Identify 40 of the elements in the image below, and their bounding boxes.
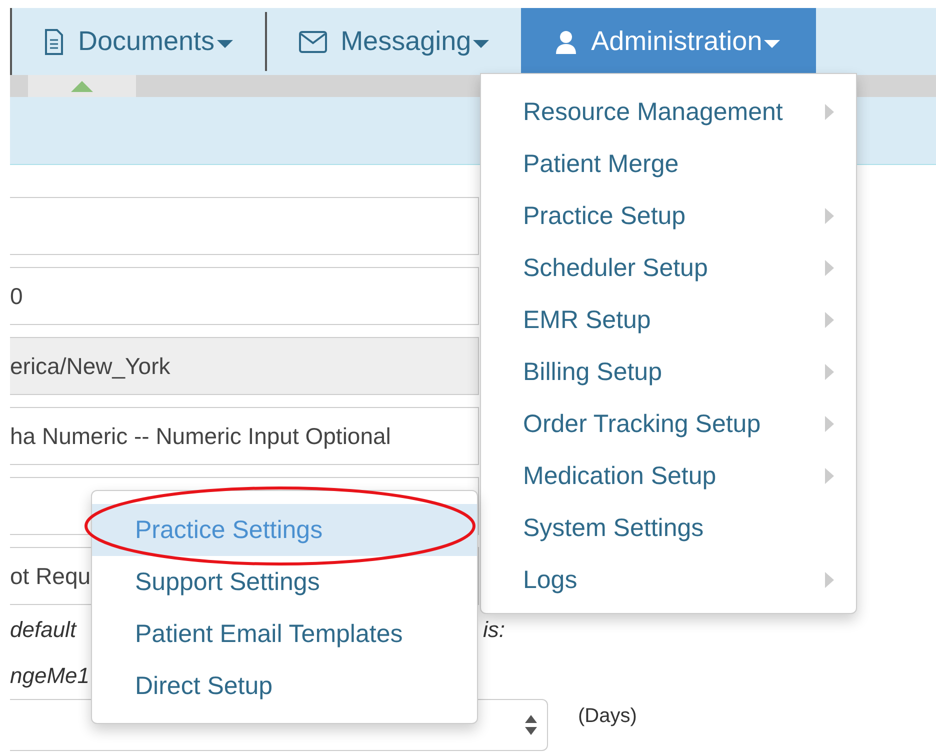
document-icon — [44, 28, 64, 54]
nav-tab[interactable]: Messaging — [266, 12, 522, 71]
menu-item[interactable]: Billing Setup — [481, 346, 856, 398]
chevron-icon — [825, 208, 834, 224]
menu-item[interactable]: Patient Email Templates — [92, 608, 477, 660]
chevron-icon — [825, 260, 834, 276]
input-field[interactable] — [10, 197, 479, 255]
unit-label: (Days) — [578, 705, 637, 728]
note-text: is: — [483, 617, 505, 643]
caret-icon — [473, 40, 490, 48]
menu-item[interactable]: Logs — [481, 554, 856, 606]
collapse-handle[interactable] — [28, 75, 136, 97]
menu-item[interactable]: Patient Merge — [481, 138, 856, 190]
menu-item[interactable]: Medication Setup — [481, 450, 856, 502]
chevron-icon — [825, 468, 834, 484]
chevron-icon — [825, 312, 834, 328]
input-field[interactable]: ha Numeric -- Numeric Input Optional — [10, 407, 479, 465]
menu-item[interactable]: Order Tracking Setup — [481, 398, 856, 450]
menu-item[interactable]: System Settings — [481, 502, 856, 554]
chevron-icon — [825, 104, 834, 120]
note-text: ngeMe1 — [10, 663, 90, 689]
caret-icon — [216, 40, 233, 48]
menu-item[interactable]: Practice Setup — [481, 190, 856, 242]
menu-item[interactable]: Resource Management — [481, 86, 856, 138]
chevron-icon — [825, 416, 834, 432]
note-text: default — [10, 617, 76, 643]
spinner-icon — [525, 714, 537, 736]
chevron-icon — [825, 364, 834, 380]
nav-tab[interactable]: Documents — [12, 12, 267, 71]
input-field[interactable]: 0 — [10, 267, 479, 325]
chevron-icon — [825, 572, 834, 588]
menu-item[interactable]: EMR Setup — [481, 294, 856, 346]
nav-tab[interactable]: Administration — [521, 8, 816, 75]
envelope-icon — [298, 30, 327, 52]
triangle-icon — [71, 80, 93, 92]
menu-item[interactable]: Scheduler Setup — [481, 242, 856, 294]
caret-icon — [764, 40, 780, 48]
menu-item[interactable]: Direct Setup — [92, 660, 477, 712]
menu-item[interactable]: Support Settings — [92, 556, 477, 608]
user-icon — [555, 30, 578, 54]
